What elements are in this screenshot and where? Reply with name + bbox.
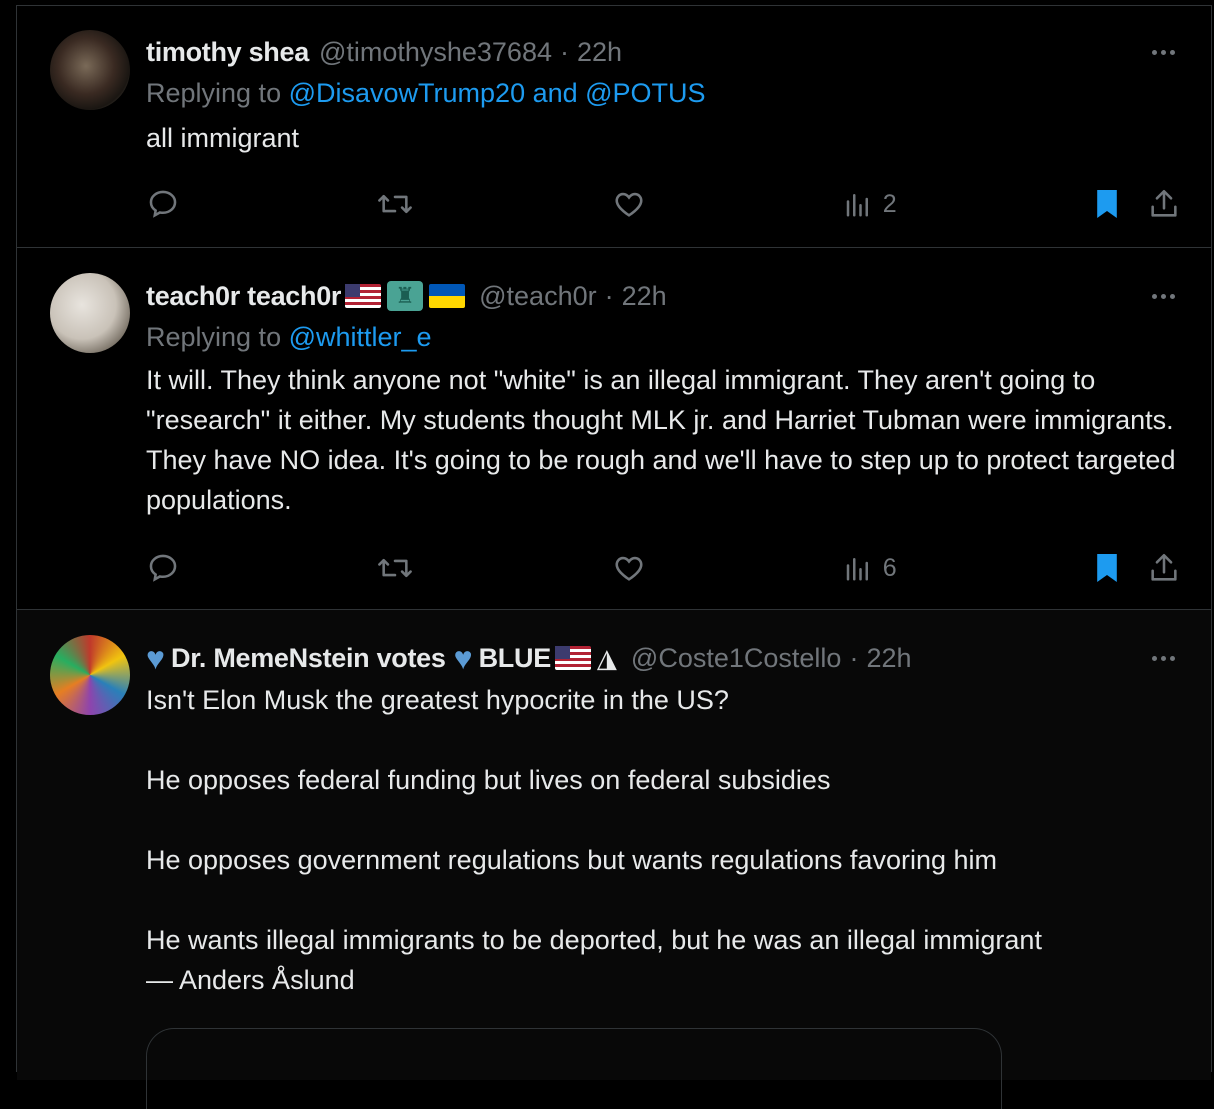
bookmark-button[interactable] [1093,187,1121,221]
share-icon [1151,189,1177,217]
reply-icon [149,190,177,218]
avatar[interactable] [50,635,130,715]
text-paragraph: He opposes government regulations but wa… [146,845,997,875]
separator-dot: · [604,281,614,311]
more-dots-icon[interactable] [1145,38,1181,66]
timestamp[interactable]: 22h [866,640,911,676]
retweet-button[interactable] [376,187,414,221]
timestamp[interactable]: 22h [577,34,622,70]
media-card[interactable] [146,1028,1002,1109]
tweet-actions-right [1093,551,1181,585]
reply-targets-link[interactable]: @whittler_e [289,322,432,352]
heart-icon [615,192,643,217]
text-paragraph [146,800,1181,840]
timestamp[interactable]: 22h [622,278,667,314]
retweet-icon [378,194,413,214]
separator-dot: · [849,643,859,673]
flag-us-icon [554,646,591,670]
separator-dot: · [559,37,569,67]
bookmark-icon [1097,190,1117,218]
text-paragraph: Isn't Elon Musk the greatest hypocrite i… [146,685,729,715]
user-handle[interactable]: @timothyshe37684 [319,34,552,70]
replying-to-label: Replying to [146,322,282,352]
share-button[interactable] [1147,551,1181,585]
text-paragraph [146,880,1181,920]
tweet-actions: 2 [146,184,1181,224]
text-paragraph [146,720,1181,760]
replying-to: Replying to @DisavowTrump20 and @POTUS [146,74,1181,112]
eagle-icon: ◮ [596,643,617,673]
heart-icon [615,556,643,581]
reply-targets-link[interactable]: @DisavowTrump20 and @POTUS [289,78,706,108]
reply-icon [149,554,177,582]
blue-heart-icon: ♥ [146,640,165,676]
text-paragraph: — Anders Åslund [146,965,355,995]
tweet-text: Isn't Elon Musk the greatest hypocrite i… [146,680,1181,1000]
replying-to: Replying to @whittler_e [146,318,1181,356]
user-handle[interactable]: @Coste1Costello [631,640,842,676]
tweet-header: timothy shea @timothyshe37684 · 22h [146,34,1181,70]
flag-us-icon [345,284,382,308]
display-name[interactable]: teach0r teach0r [146,278,341,314]
bookmark-button[interactable] [1093,551,1121,585]
reply-button[interactable] [146,187,180,221]
tweet-actions-right [1093,187,1181,221]
tweet-content: teach0r teach0r ♜ @teach0r · 22h Replyin… [146,278,1181,520]
display-name-part1[interactable]: Dr. MemeNstein votes [171,640,446,676]
tweet-content: ♥ Dr. MemeNstein votes ♥ BLUE ◮ @Coste1C… [146,640,1181,1000]
like-button[interactable] [611,551,647,585]
text-paragraph: He opposes federal funding but lives on … [146,765,831,795]
tweet-text: It will. They think anyone not "white" i… [146,365,1176,515]
timeline: timothy shea @timothyshe37684 · 22h Repl… [16,5,1212,1109]
tweet-header: ♥ Dr. MemeNstein votes ♥ BLUE ◮ @Coste1C… [146,640,1181,676]
retweet-icon [378,558,413,578]
flag-ukraine-icon [429,284,466,308]
reply-button[interactable] [146,551,180,585]
retweet-button[interactable] [376,551,414,585]
replying-to-label: Replying to [146,78,282,108]
views-chart-icon [846,558,868,581]
views-button[interactable]: 2 [843,189,897,219]
text-paragraph: He wants illegal immigrants to be deport… [146,925,1042,955]
avatar[interactable] [50,273,130,353]
display-name[interactable]: timothy shea [146,34,309,70]
views-count: 2 [882,189,897,218]
views-button[interactable]: 6 [843,553,897,583]
avatar[interactable] [50,30,130,110]
tweet-text: all immigrant [146,123,300,153]
share-icon [1151,553,1177,581]
statue-of-liberty-icon: ♜ [387,281,424,311]
tweet-actions: 6 [146,548,1181,588]
blue-heart-icon: ♥ [453,640,473,676]
tweet[interactable]: teach0r teach0r ♜ @teach0r · 22h Replyin… [17,248,1211,610]
display-name-part2[interactable]: BLUE [479,640,552,676]
more-dots-icon[interactable] [1145,644,1181,672]
like-button[interactable] [611,187,647,221]
more-dots-icon[interactable] [1145,282,1181,310]
share-button[interactable] [1147,187,1181,221]
tweet[interactable]: timothy shea @timothyshe37684 · 22h Repl… [17,6,1211,248]
tweet-content: timothy shea @timothyshe37684 · 22h Repl… [146,34,1181,158]
bookmark-icon [1097,554,1117,582]
tweet-header: teach0r teach0r ♜ @teach0r · 22h [146,278,1181,314]
user-handle[interactable]: @teach0r [479,278,596,314]
views-count: 6 [882,553,897,582]
views-chart-icon [846,194,868,217]
tweet[interactable]: ♥ Dr. MemeNstein votes ♥ BLUE ◮ @Coste1C… [17,610,1211,1109]
